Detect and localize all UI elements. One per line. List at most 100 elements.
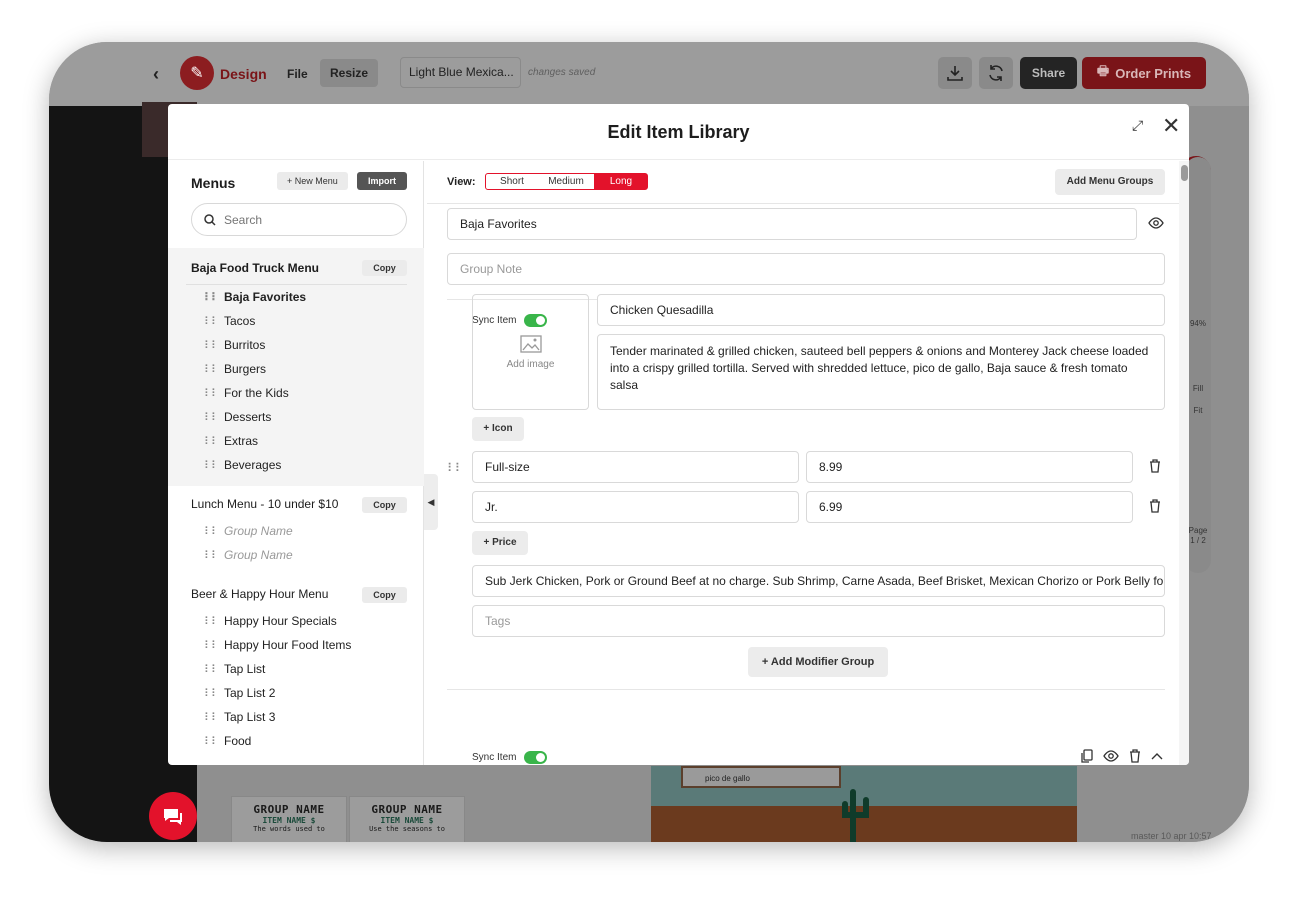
drag-handle-icon[interactable]: ⠇⠇ — [447, 461, 464, 475]
divider — [447, 689, 1165, 690]
group-item[interactable]: ⠇⠇ Happy Hour Food Items — [204, 638, 351, 652]
duplicate-icon[interactable] — [1081, 749, 1093, 763]
group-name-field[interactable]: Baja Favorites — [447, 208, 1137, 240]
item-description-field[interactable]: Tender marinated & grilled chicken, saut… — [597, 334, 1165, 410]
group-item[interactable]: ⠇⠇ Happy Hour Specials — [204, 614, 337, 628]
drag-handle-icon[interactable]: ⠇⠇ — [204, 639, 219, 652]
eye-icon[interactable] — [1103, 750, 1119, 762]
drag-handle-icon[interactable]: ⠇⠇ — [204, 525, 219, 538]
drag-handle-icon[interactable]: ⠇⠇ — [204, 687, 219, 700]
group-item[interactable]: ⠇⠇ Burritos — [204, 338, 265, 352]
price-value-field[interactable]: 8.99 — [806, 451, 1133, 483]
drag-handle-icon[interactable]: ⠇⠇ — [204, 411, 219, 424]
view-long-button[interactable]: Long — [594, 173, 648, 190]
view-short-button[interactable]: Short — [485, 173, 539, 190]
card-words: The words used to — [253, 825, 325, 833]
download-icon — [947, 66, 963, 81]
trash-icon[interactable] — [1149, 459, 1161, 473]
view-medium-button[interactable]: Medium — [538, 173, 595, 190]
view-label: View: — [447, 176, 476, 188]
scrollbar[interactable] — [1179, 161, 1189, 765]
price-label-field[interactable]: Jr. — [472, 491, 799, 523]
group-item[interactable]: ⠇⠇ Extras — [204, 434, 258, 448]
back-icon[interactable]: ‹ — [153, 64, 159, 85]
drag-handle-icon[interactable]: ⠇⠇ — [204, 459, 219, 472]
card-words: Use the seasons to — [369, 825, 445, 833]
price-label-field[interactable]: Full-size — [472, 451, 799, 483]
group-item[interactable]: ⠇⠇ Baja Favorites — [204, 290, 306, 304]
edit-item-library-modal: Edit Item Library ⤢ ✕ Menus + New Menu I… — [168, 104, 1189, 765]
group-item[interactable]: ⠇⠇ Desserts — [204, 410, 271, 424]
sync-button[interactable] — [979, 57, 1013, 89]
share-button[interactable]: Share — [1020, 57, 1077, 89]
drag-handle-icon[interactable]: ⠇⠇ — [204, 339, 219, 352]
group-note-field[interactable]: Group Note — [447, 253, 1165, 285]
drag-handle-icon[interactable]: ⠇⠇ — [204, 315, 219, 328]
group-item[interactable]: ⠇⠇ Food — [204, 734, 251, 748]
drag-handle-icon[interactable]: ⠇⠇ — [204, 663, 219, 676]
eye-icon[interactable] — [1148, 217, 1164, 229]
copy-button[interactable]: Copy — [362, 260, 407, 276]
group-item[interactable]: ⠇⠇ For the Kids — [204, 386, 289, 400]
resize-button[interactable]: Resize — [320, 59, 379, 87]
group-label: Extras — [224, 434, 259, 448]
chat-button[interactable] — [149, 792, 197, 840]
group-item[interactable]: ⠇⠇ Burgers — [204, 362, 266, 376]
add-modifier-group-button[interactable]: + Add Modifier Group — [748, 647, 888, 677]
price-value-field[interactable]: 6.99 — [806, 491, 1133, 523]
copy-button[interactable]: Copy — [362, 497, 407, 513]
group-item[interactable]: ⠇⠇ Group Name — [204, 524, 293, 538]
menu-baja-food-truck[interactable]: Baja Food Truck Menu Copy ⠇⠇ Baja Favorit… — [168, 248, 424, 486]
modal-title: Edit Item Library — [607, 122, 750, 142]
copy-button[interactable]: Copy — [362, 587, 407, 603]
expand-icon[interactable]: ⤢ — [1132, 117, 1143, 134]
close-icon[interactable]: ✕ — [1162, 113, 1180, 139]
add-icon-button[interactable]: + Icon — [472, 417, 524, 441]
fill-button[interactable]: Fill — [1188, 384, 1208, 393]
document-title[interactable]: Light Blue Mexica... — [400, 57, 521, 88]
add-price-button[interactable]: + Price — [472, 531, 528, 555]
group-item[interactable]: ⠇⠇ Tap List — [204, 662, 265, 676]
search-input[interactable] — [224, 212, 394, 227]
cactus-icon — [842, 789, 869, 842]
template-card[interactable]: GROUP NAME ITEM NAME $ The words used to — [231, 796, 347, 842]
drag-handle-icon[interactable]: ⠇⠇ — [204, 549, 219, 562]
zoom-level: 94% — [1189, 319, 1206, 328]
chat-icon — [164, 809, 182, 825]
group-item[interactable]: ⠇⠇ Tacos — [204, 314, 255, 328]
new-menu-button[interactable]: + New Menu — [277, 172, 348, 190]
template-card[interactable]: GROUP NAME ITEM NAME $ Use the seasons t… — [349, 796, 465, 842]
item-note-field[interactable]: Sub Jerk Chicken, Pork or Ground Beef at… — [472, 565, 1165, 597]
menu-lunch[interactable]: Lunch Menu - 10 under $10 Copy ⠇⠇ Group N… — [168, 486, 424, 576]
tags-field[interactable]: Tags — [472, 605, 1165, 637]
menu-beer-happy-hour[interactable]: Beer & Happy Hour Menu Copy ⠇⠇ Happy Hour… — [168, 576, 424, 765]
group-item[interactable]: ⠇⠇ Tap List 3 — [204, 710, 275, 724]
drag-handle-icon[interactable]: ⠇⠇ — [204, 735, 219, 748]
group-item[interactable]: ⠇⠇ Beverages — [204, 458, 281, 472]
group-label: Tacos — [224, 314, 256, 328]
item-name-field[interactable]: Chicken Quesadilla — [597, 294, 1165, 326]
group-item[interactable]: ⠇⠇ Group Name — [204, 548, 293, 562]
sync-item-label: Sync Item — [472, 752, 517, 763]
order-prints-button[interactable]: 🖶 Order Prints — [1082, 57, 1206, 89]
scrollbar-thumb[interactable] — [1181, 165, 1188, 181]
file-menu[interactable]: File — [287, 67, 308, 81]
download-button[interactable] — [938, 57, 972, 89]
drag-handle-icon[interactable]: ⠇⠇ — [204, 711, 219, 724]
import-button[interactable]: Import — [357, 172, 407, 190]
add-menu-groups-button[interactable]: Add Menu Groups — [1055, 169, 1165, 195]
trash-icon[interactable] — [1149, 499, 1161, 513]
fit-button[interactable]: Fit — [1188, 406, 1208, 415]
sync-item-toggle[interactable] — [524, 751, 548, 764]
chevron-up-icon[interactable] — [1151, 752, 1163, 760]
template-cards: GROUP NAME ITEM NAME $ The words used to… — [199, 766, 489, 842]
drag-handle-icon[interactable]: ⠇⠇ — [204, 387, 219, 400]
add-image-button[interactable]: Add image — [472, 294, 589, 410]
trash-icon[interactable] — [1129, 749, 1141, 763]
drag-handle-icon[interactable]: ⠇⠇ — [204, 291, 219, 304]
artwork-text-box: pico de gallo — [681, 766, 841, 788]
drag-handle-icon[interactable]: ⠇⠇ — [204, 615, 219, 628]
drag-handle-icon[interactable]: ⠇⠇ — [204, 435, 219, 448]
drag-handle-icon[interactable]: ⠇⠇ — [204, 363, 219, 376]
group-item[interactable]: ⠇⠇ Tap List 2 — [204, 686, 275, 700]
